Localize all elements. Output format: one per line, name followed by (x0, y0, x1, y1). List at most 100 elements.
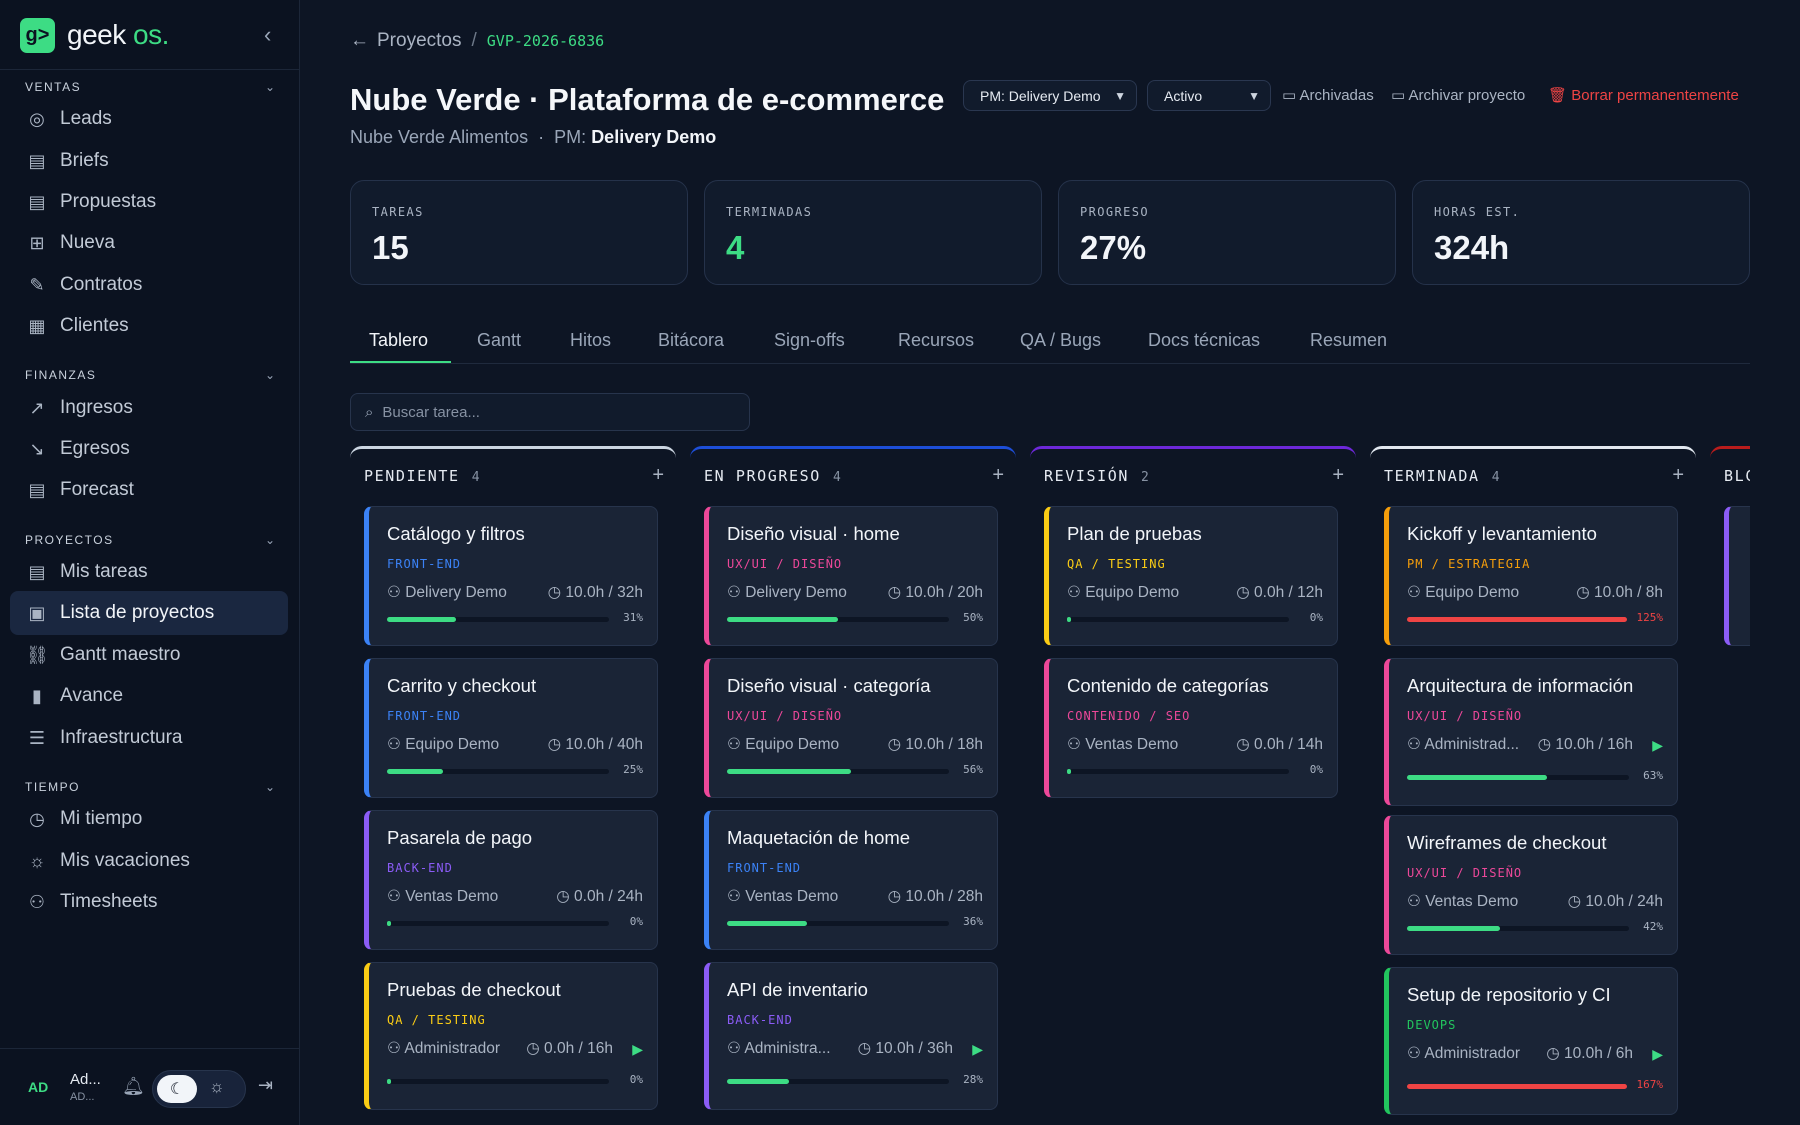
play-timer-icon[interactable]: ▶ (1652, 1046, 1663, 1063)
sidebar-item-clientes[interactable]: ▦ Clientes (10, 304, 288, 348)
sidebar-item-leads[interactable]: ◎ Leads (10, 97, 288, 141)
sidebar-item-avance[interactable]: ▮ Avance (10, 674, 288, 718)
task-assignee: ⚇ Equipo Demo (387, 735, 499, 754)
task-card[interactable]: Pasarela de pago BACK-END ⚇ Ventas Demo ◷ 0… (364, 810, 658, 950)
archived-button[interactable]: ▭ Archivadas (1282, 86, 1374, 104)
clock-icon: ◷ (547, 584, 566, 601)
progress-bar (727, 769, 949, 774)
add-task-icon[interactable]: + (1672, 464, 1684, 487)
sidebar-item-ingresos[interactable]: ↗ Ingresos (10, 386, 288, 430)
tab-hitos[interactable]: Hitos (570, 330, 611, 351)
tab-docs-técnicas[interactable]: Docs técnicas (1148, 330, 1260, 351)
theme-toggle[interactable]: ☾ ☼ (152, 1070, 246, 1108)
logout-icon[interactable]: ⇥ (258, 1075, 273, 1096)
user-icon: ⚇ (1407, 736, 1425, 753)
add-task-icon[interactable]: + (1332, 464, 1344, 487)
chevron-down-icon[interactable]: ⌄ (265, 533, 275, 547)
task-card[interactable]: Catálogo y filtros FRONT-END ⚇ Delivery De… (364, 506, 658, 646)
sidebar-item-mi-tiempo[interactable]: ◷ Mi tiempo (10, 797, 288, 841)
sidebar-item-label: Mis vacaciones (60, 850, 190, 871)
kpi-value: 4 (726, 229, 745, 266)
search-input[interactable] (382, 403, 723, 421)
sun-icon[interactable]: ☼ (209, 1077, 225, 1097)
play-timer-icon[interactable]: ▶ (972, 1041, 983, 1058)
moon-icon[interactable]: ☾ (157, 1075, 197, 1103)
brand[interactable]: g> geek os. (20, 17, 169, 53)
task-card[interactable]: Wireframes de checkout UX/UI / DISEÑO ⚇ Ve… (1384, 815, 1678, 955)
sidebar-item-infraestructura[interactable]: ☰ Infraestructura (10, 716, 288, 760)
task-card[interactable]: Contenido de categorías CONTENIDO / SEO ⚇ … (1044, 658, 1338, 798)
task-hours: ◷ 10.0h / 40h (548, 735, 643, 754)
task-category: DEVOPS (1407, 1018, 1457, 1032)
task-card[interactable]: Arquitectura de información UX/UI / DISEÑ… (1384, 658, 1678, 806)
task-search[interactable]: ⌕ (350, 393, 750, 431)
clock-icon: ◷ (857, 1040, 876, 1057)
sidebar-item-label: Lista de proyectos (60, 602, 215, 623)
sidebar-item-label: Infraestructura (60, 727, 183, 748)
task-title: Diseño visual · home (727, 523, 900, 544)
sidebar-item-egresos[interactable]: ↘ Egresos (10, 427, 288, 471)
sidebar-item-label: Clientes (60, 315, 129, 336)
sidebar-item-timesheets[interactable]: ⚇ Timesheets (10, 880, 288, 924)
tab-sign-offs[interactable]: Sign-offs (774, 330, 845, 351)
sidebar-item-mis-tareas[interactable]: ▤ Mis tareas (10, 550, 288, 594)
chevron-down-icon[interactable]: ⌄ (265, 80, 275, 94)
sidebar-section-tiempo[interactable]: TIEMPO ⌄ (25, 780, 275, 794)
brand-logo-icon: g> (20, 17, 55, 53)
task-card[interactable]: Setup de repositorio y CI DEVOPS ⚇ Adminis… (1384, 967, 1678, 1115)
sidebar-section-proyectos[interactable]: PROYECTOS ⌄ (25, 533, 275, 547)
breadcrumb-parent[interactable]: Proyectos (377, 30, 461, 52)
task-card[interactable]: Diseño visual · categoría UX/UI / DISEÑO ⚇… (704, 658, 998, 798)
sidebar-section-finanzas[interactable]: FINANZAS ⌄ (25, 368, 275, 382)
task-card[interactable]: Kickoff y levantamiento PM / ESTRATEGIA ⚇ … (1384, 506, 1678, 646)
archive-project-button[interactable]: ▭ Archivar proyecto (1391, 86, 1525, 104)
add-task-icon[interactable]: + (992, 464, 1004, 487)
task-card[interactable]: Carrito y checkout FRONT-END ⚇ Equipo Demo… (364, 658, 658, 798)
sidebar-item-propuestas[interactable]: ▤ Propuestas (10, 180, 288, 224)
pm-select[interactable]: PM: Delivery Demo ▼ (963, 80, 1137, 111)
progress-bar (1407, 775, 1629, 780)
column-count: 4 (471, 470, 480, 485)
nueva-icon: ⊞ (29, 232, 45, 253)
delete-permanently-button[interactable]: 🗑︎ Borrar permanentemente (1548, 86, 1739, 104)
collapse-sidebar-icon[interactable]: ‹ (264, 22, 271, 48)
play-timer-icon[interactable]: ▶ (1652, 737, 1663, 754)
sidebar-item-briefs[interactable]: ▤ Briefs (10, 139, 288, 183)
task-card[interactable]: API de inventario BACK-END ⚇ Administra...… (704, 962, 998, 1110)
task-card[interactable]: Pruebas de checkout QA / TESTING ⚇ Adminis… (364, 962, 658, 1110)
sidebar-item-lista-de-proyectos[interactable]: ▣ Lista de proyectos (10, 591, 288, 635)
sidebar-item-contratos[interactable]: ✎ Contratos (10, 263, 288, 307)
tab-bitácora[interactable]: Bitácora (658, 330, 724, 351)
tab-tablero[interactable]: Tablero (369, 330, 428, 351)
task-assignee: ⚇ Administrador (387, 1039, 500, 1058)
task-card[interactable]: Maquetación de home FRONT-END ⚇ Ventas Dem… (704, 810, 998, 950)
chevron-down-icon[interactable]: ⌄ (265, 368, 275, 382)
play-timer-icon[interactable]: ▶ (632, 1041, 643, 1058)
progress-bar (387, 769, 609, 774)
sidebar-item-forecast[interactable]: ▤ Forecast (10, 468, 288, 512)
avatar[interactable]: AD (28, 1079, 48, 1095)
add-task-icon[interactable]: + (652, 464, 664, 487)
sidebar-section-ventas[interactable]: VENTAS ⌄ (25, 80, 275, 94)
bell-icon[interactable]: 🔔︎ (122, 1076, 145, 1097)
task-assignee: ⚇ Ventas Demo (387, 887, 498, 906)
assignee-name: Administrad... (1424, 736, 1520, 753)
sidebar-item-gantt-maestro[interactable]: ⛓ Gantt maestro (10, 633, 288, 677)
tab-recursos[interactable]: Recursos (898, 330, 974, 351)
board-column-pendiente: PENDIENTE 4 + Catálogo y filtros FRONT-END ⚇ … (350, 446, 676, 1125)
status-select[interactable]: Activo ▼ (1147, 80, 1271, 111)
task-card[interactable] (1724, 506, 1750, 646)
tab-resumen[interactable]: Resumen (1310, 330, 1387, 351)
sidebar-item-label: Propuestas (60, 191, 157, 212)
sidebar-item-nueva[interactable]: ⊞ Nueva (10, 221, 288, 265)
sidebar-item-mis-vacaciones[interactable]: ☼ Mis vacaciones (10, 839, 288, 883)
tab-qa-bugs[interactable]: QA / Bugs (1020, 330, 1101, 351)
sidebar-item-label: Mi tiempo (60, 808, 143, 829)
avance-icon: ▮ (32, 685, 42, 706)
task-card[interactable]: Diseño visual · home UX/UI / DISEÑO ⚇ Deli… (704, 506, 998, 646)
back-arrow-icon[interactable]: ← (350, 30, 369, 52)
task-category: QA / TESTING (387, 1013, 486, 1027)
chevron-down-icon[interactable]: ⌄ (265, 780, 275, 794)
task-card[interactable]: Plan de pruebas QA / TESTING ⚇ Equipo Demo… (1044, 506, 1338, 646)
tab-gantt[interactable]: Gantt (477, 330, 521, 351)
